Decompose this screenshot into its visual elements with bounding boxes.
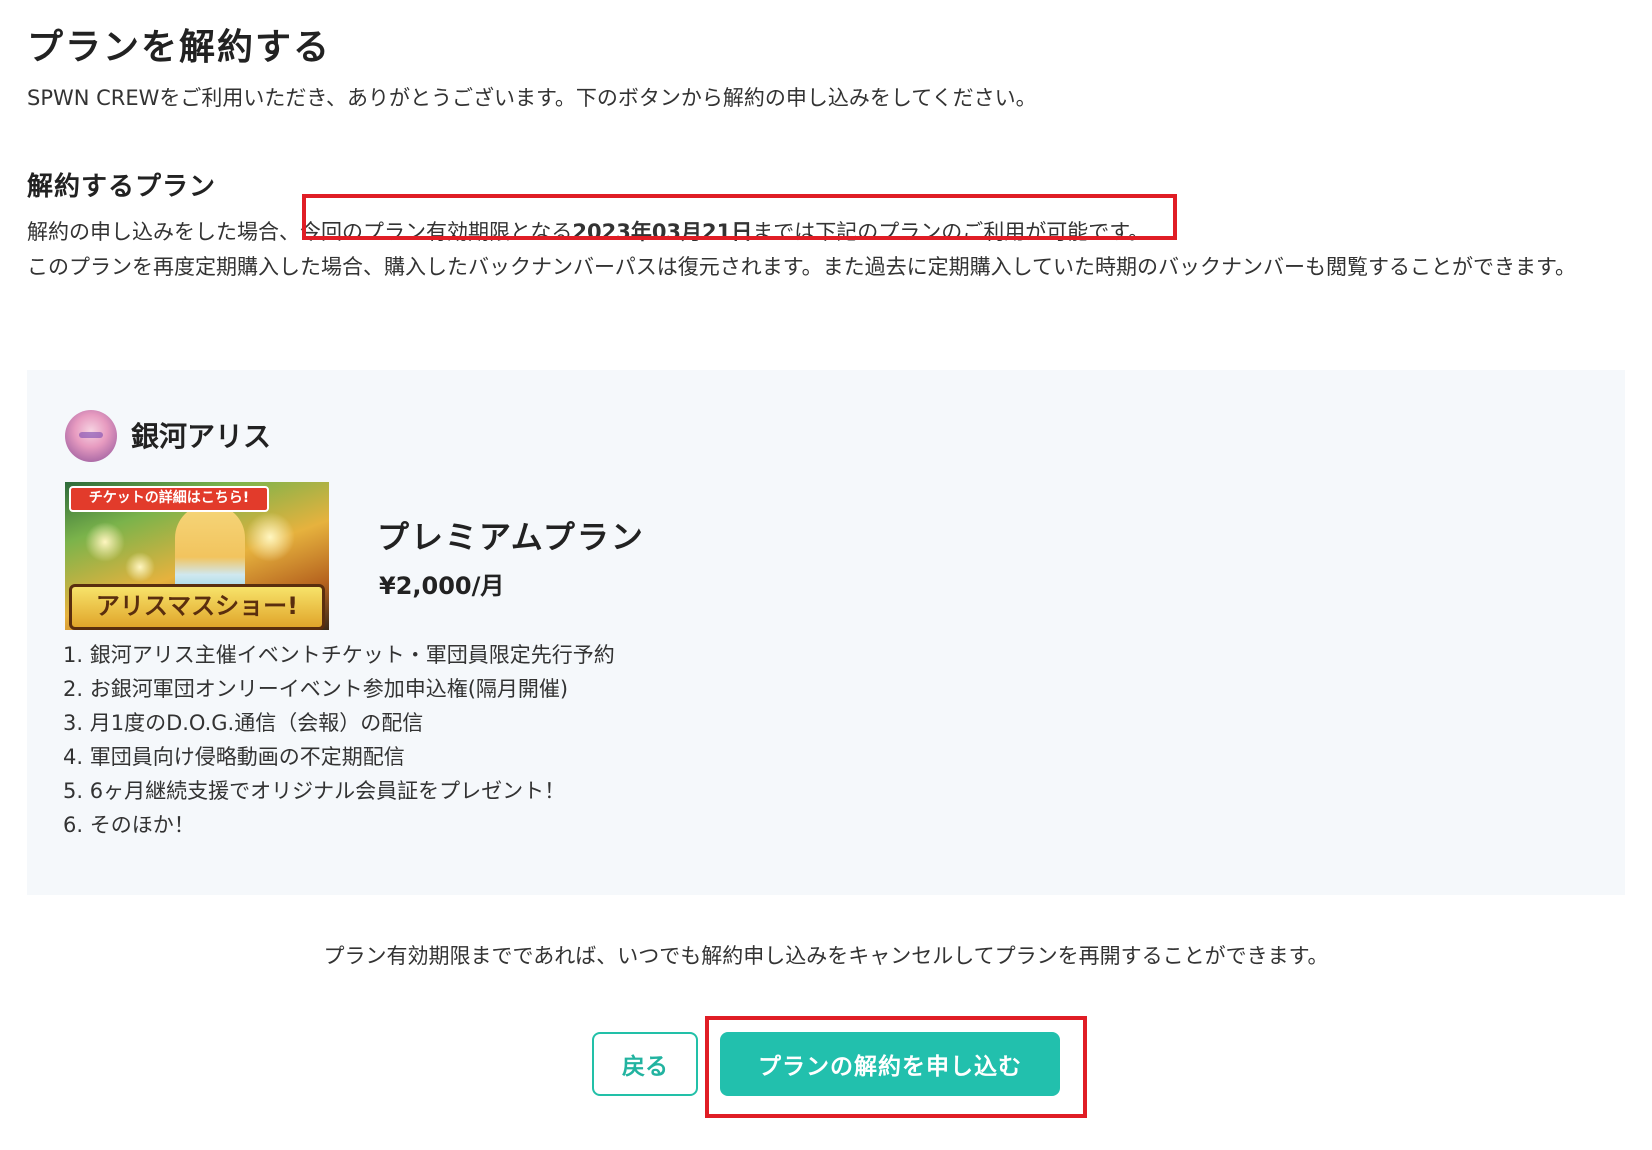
notice-prefix: 解約の申し込みをした場合、: [27, 220, 300, 244]
creator-name: 銀河アリス: [131, 420, 272, 453]
back-button[interactable]: 戻る: [592, 1032, 698, 1096]
notice-highlight-start: 今回のプラン有効期限となる: [300, 220, 573, 244]
submit-cancellation-button[interactable]: プランの解約を申し込む: [720, 1032, 1060, 1096]
expiry-date: 2023年03月21日: [572, 220, 753, 244]
plan-price: ¥2,000/月: [379, 572, 505, 600]
benefit-item: 4. 軍団員向け侵略動画の不定期配信: [63, 745, 405, 769]
benefit-item: 5. 6ヶ月継続支援でオリジナル会員証をプレゼント！: [63, 779, 566, 803]
thumbnail-banner-bottom: アリスマスショー!: [69, 584, 325, 630]
plan-thumbnail: チケットの詳細はこちら! アリスマスショー!: [65, 482, 329, 630]
creator-avatar: [65, 410, 117, 462]
benefit-list: 1. 銀河アリス主催イベントチケット・軍団員限定先行予約 2. お銀河軍団オンリ…: [63, 638, 615, 842]
plan-card: 銀河アリス チケットの詳細はこちら! アリスマスショー! プレミアムプラン ¥2…: [27, 370, 1625, 895]
notice-highlight-end: までは下記のプランのご利用が可能です。: [752, 220, 1150, 244]
benefit-item: 6. そのほか！: [63, 813, 195, 837]
page-title: プランを解約する: [27, 27, 332, 68]
notice-backnumber: このプランを再度定期購入した場合、購入したバックナンバーパスは復元されます。また…: [27, 255, 1576, 279]
resume-note: プラン有効期限までであれば、いつでも解約申し込みをキャンセルしてプランを再開する…: [323, 944, 1329, 968]
intro-text: SPWN CREWをご利用いただき、ありがとうございます。下のボタンから解約の申…: [27, 86, 1037, 110]
cancellation-notice: 解約の申し込みをした場合、今回のプラン有効期限となる2023年03月21日までは…: [27, 215, 1627, 285]
benefit-item: 3. 月1度のD.O.G.通信（会報）の配信: [63, 711, 424, 735]
section-title: 解約するプラン: [27, 172, 217, 202]
plan-name: プレミアムプラン: [377, 518, 645, 556]
benefit-item: 1. 銀河アリス主催イベントチケット・軍団員限定先行予約: [63, 643, 615, 667]
thumbnail-banner-top: チケットの詳細はこちら!: [69, 486, 269, 512]
benefit-item: 2. お銀河軍団オンリーイベント参加申込権(隔月開催): [63, 677, 569, 701]
